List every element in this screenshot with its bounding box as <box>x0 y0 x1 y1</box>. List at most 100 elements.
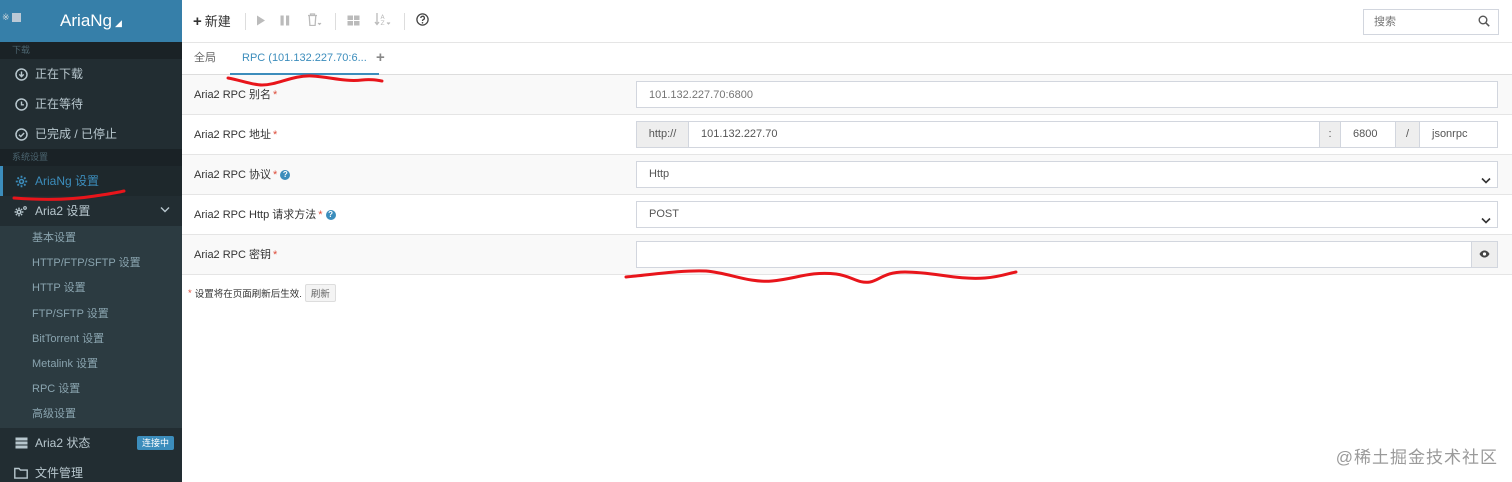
rpc-secret-field <box>636 241 1472 268</box>
row-rpc-alias: Aria2 RPC 别名 * <box>182 75 1512 115</box>
sidebar-subitem[interactable]: Metalink 设置 <box>0 352 182 377</box>
plus-icon: + <box>193 13 202 30</box>
rpc-method-select[interactable]: POST <box>636 201 1498 228</box>
sidebar: ※ AriaNg ◢ 下载 正在下载 正在等待 已完成 / 已停止 系统设置 Ar… <box>0 0 182 482</box>
new-task-button[interactable]: + 新建 <box>193 12 231 32</box>
nav-file-manager-label: 文件管理 <box>35 465 84 480</box>
clock-icon <box>14 97 28 111</box>
status-badge: 连接中 <box>136 435 174 450</box>
toolbar: + 新建 AZ <box>182 0 1512 43</box>
sidebar-subitem[interactable]: RPC 设置 <box>0 377 182 402</box>
rpc-protocol-label: Aria2 RPC 协议 *? <box>194 155 291 195</box>
delete-button[interactable] <box>307 12 322 32</box>
chevron-down-icon <box>1481 210 1491 224</box>
nav-ariang-settings[interactable]: AriaNg 设置 <box>0 166 182 196</box>
trash-icon <box>307 12 322 32</box>
row-rpc-method: Aria2 RPC Http 请求方法 *? POST <box>182 195 1512 235</box>
nav-downloading[interactable]: 正在下载 <box>0 59 182 89</box>
new-task-label: 新建 <box>204 14 231 29</box>
note-required-mark: * <box>188 287 192 299</box>
brand-title: AriaNg ◢ <box>60 11 122 30</box>
play-icon <box>256 12 266 32</box>
row-rpc-protocol: Aria2 RPC 协议 *? Http <box>182 155 1512 195</box>
gear-icon <box>14 174 28 188</box>
sidebar-subitem[interactable]: 高级设置 <box>0 402 182 427</box>
svg-text:Z: Z <box>381 20 385 26</box>
rpc-secret-input[interactable] <box>649 242 1471 267</box>
question-circle-icon <box>416 12 429 32</box>
refresh-button[interactable]: 刷新 <box>304 284 336 302</box>
sidebar-subitem[interactable]: BitTorrent 设置 <box>0 327 182 352</box>
nav-ariang-settings-label: AriaNg 设置 <box>35 174 100 188</box>
help-icon[interactable]: ? <box>280 170 291 180</box>
settings-note: * 设置将在页面刷新后生效. 刷新 <box>188 284 336 302</box>
nav-aria2-status-label: Aria2 状态 <box>35 435 91 450</box>
sort-button[interactable]: AZ <box>374 12 391 32</box>
rpc-colon-addon: : <box>1319 121 1341 148</box>
nav-downloading-label: 正在下载 <box>35 67 84 81</box>
check-circle-icon <box>14 127 28 141</box>
chevron-down-icon <box>1481 170 1491 184</box>
rpc-address-label: Aria2 RPC 地址 * <box>194 129 278 141</box>
aria2-settings-submenu: 基本设置 HTTP/FTP/SFTP 设置 HTTP 设置 FTP/SFTP 设置 Bi… <box>0 226 182 428</box>
select-all-button[interactable] <box>347 12 360 32</box>
nav-waiting-label: 正在等待 <box>35 97 84 111</box>
pause-icon <box>280 12 290 32</box>
server-icon <box>14 436 28 450</box>
nav-aria2-settings-label: Aria2 设置 <box>35 204 91 218</box>
rpc-slash-addon: / <box>1395 121 1420 148</box>
chevron-down-icon <box>160 196 170 226</box>
watermark: @稀土掘金技术社区 <box>1335 448 1498 467</box>
rpc-secret-label: Aria2 RPC 密钥 * <box>194 249 278 261</box>
nav-aria2-status[interactable]: Aria2 状态 连接中 <box>0 428 182 458</box>
sidebar-subitem[interactable]: HTTP 设置 <box>0 276 182 301</box>
rpc-protocol-select[interactable]: Http <box>636 161 1498 188</box>
logo[interactable]: ※ AriaNg ◢ <box>0 0 182 42</box>
eye-icon <box>1479 248 1490 260</box>
sidebar-subitem[interactable]: HTTP/FTP/SFTP 设置 <box>0 251 182 276</box>
search-input[interactable] <box>1364 10 1474 34</box>
download-circle-icon <box>14 67 28 81</box>
help-button[interactable] <box>416 12 429 32</box>
start-button[interactable] <box>256 12 266 32</box>
gears-icon <box>14 204 28 218</box>
sidebar-subitem[interactable]: FTP/SFTP 设置 <box>0 302 182 327</box>
toolbar-divider <box>335 13 336 30</box>
note-text: 设置将在页面刷新后生效. <box>194 289 302 300</box>
nav-waiting[interactable]: 正在等待 <box>0 89 182 119</box>
row-rpc-secret: Aria2 RPC 密钥 * <box>182 235 1512 275</box>
toolbar-divider <box>404 13 405 30</box>
sort-icon: AZ <box>374 12 391 32</box>
sidebar-subitem[interactable]: 基本设置 <box>0 226 182 251</box>
rpc-path-input[interactable]: jsonrpc <box>1419 121 1498 148</box>
section-download-header: 下载 <box>0 42 182 59</box>
search-box <box>1363 9 1499 35</box>
nav-file-manager[interactable]: 文件管理 <box>0 458 182 482</box>
rpc-method-value: POST <box>649 208 679 220</box>
rpc-alias-input[interactable] <box>649 82 1497 107</box>
show-secret-button[interactable] <box>1471 241 1498 268</box>
pause-button[interactable] <box>280 12 290 32</box>
nav-finished[interactable]: 已完成 / 已停止 <box>0 119 182 149</box>
grid-icon <box>347 12 360 32</box>
rpc-port-input[interactable]: 6800 <box>1340 121 1396 148</box>
nav-finished-label: 已完成 / 已停止 <box>35 127 118 141</box>
section-settings-header: 系统设置 <box>0 149 182 166</box>
folder-icon <box>14 466 28 480</box>
tab-global[interactable]: 全局 <box>194 43 216 75</box>
nav-aria2-settings[interactable]: Aria2 设置 <box>0 196 182 226</box>
add-rpc-tab-button[interactable]: + <box>376 43 385 75</box>
rpc-alias-field <box>636 81 1498 108</box>
rpc-alias-label: Aria2 RPC 别名 * <box>194 89 278 101</box>
rpc-scheme-addon[interactable]: http:// <box>636 121 689 148</box>
search-icon[interactable] <box>1478 15 1490 27</box>
help-icon[interactable]: ? <box>325 210 336 220</box>
rpc-host-input[interactable]: 101.132.227.70 <box>688 121 1320 148</box>
toolbar-divider <box>245 13 246 30</box>
tab-rpc[interactable]: RPC (101.132.227.70:6... <box>230 43 379 75</box>
rpc-method-label: Aria2 RPC Http 请求方法 *? <box>194 195 336 235</box>
caret-icon: ◢ <box>115 18 122 28</box>
rpc-protocol-value: Http <box>649 168 670 180</box>
settings-tabs: 全局 RPC (101.132.227.70:6... + <box>182 43 1512 75</box>
row-rpc-address: Aria2 RPC 地址 * http:// 101.132.227.70 : 6… <box>182 115 1512 155</box>
